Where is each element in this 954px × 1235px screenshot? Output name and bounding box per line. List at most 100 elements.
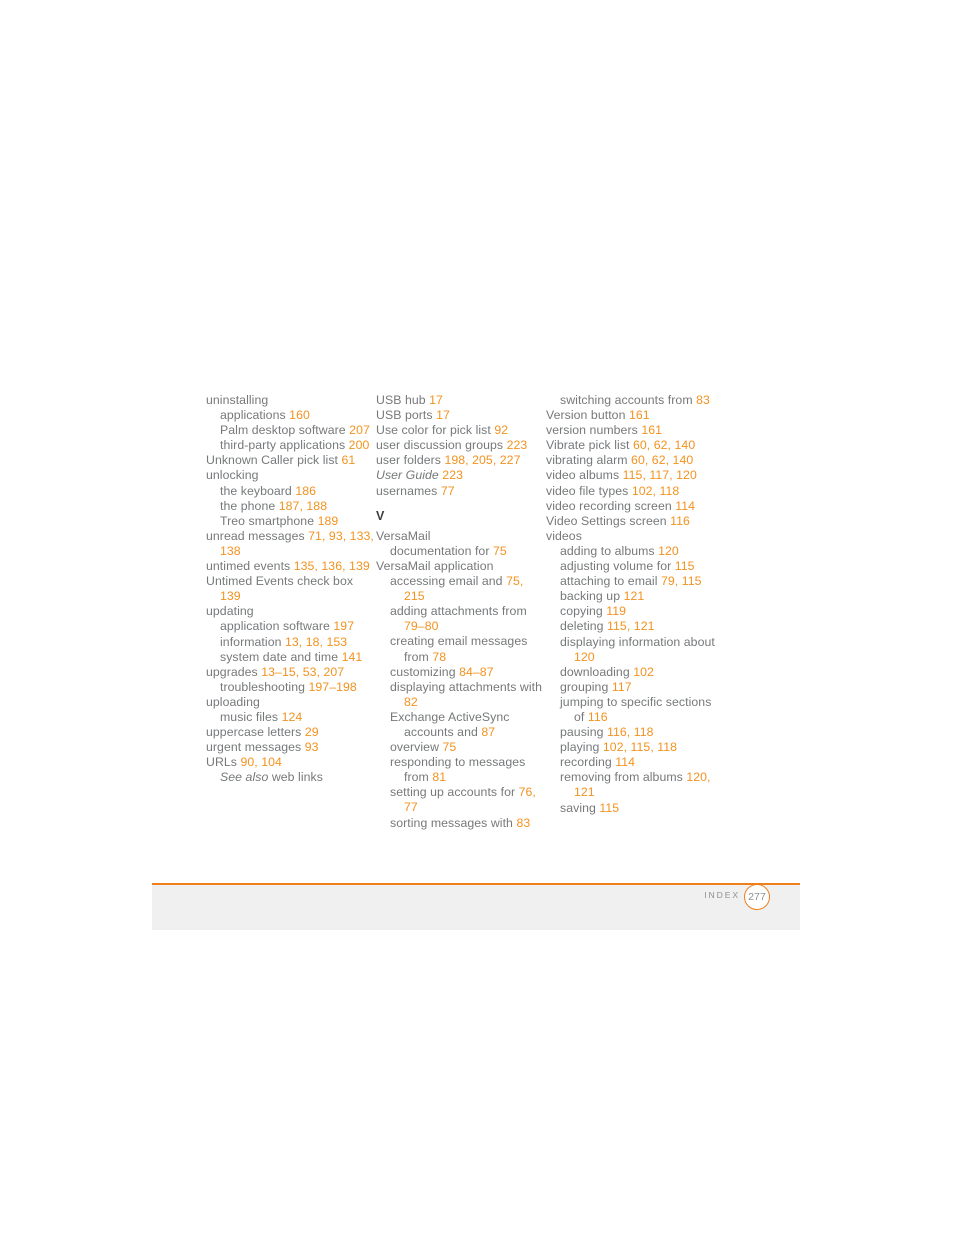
page-reference[interactable]: 115: [599, 801, 619, 815]
page-reference[interactable]: 60, 62, 140: [631, 453, 693, 467]
index-entry: video albums 115, 117, 120: [546, 468, 716, 483]
entry-text: removing from albums: [560, 770, 687, 785]
index-entry: video recording screen 114: [546, 499, 716, 514]
index-entry: See also web links: [220, 770, 376, 785]
index-entry: accessing email and 75, 215: [390, 574, 546, 604]
index-entry: uploading: [206, 695, 376, 710]
page-reference[interactable]: 102, 115, 118: [603, 740, 677, 754]
page-reference[interactable]: 78: [432, 650, 446, 664]
page-reference[interactable]: 116: [670, 514, 690, 528]
page-reference[interactable]: 197: [333, 619, 354, 633]
index-entry: untimed events 135, 136, 139: [206, 559, 376, 574]
page-reference[interactable]: 61: [341, 453, 355, 467]
entry-text: urgent messages: [206, 740, 305, 755]
index-entry: responding to messages from 81: [390, 755, 546, 785]
entry-text: video recording screen: [546, 498, 676, 513]
entry-text: applications: [220, 408, 290, 423]
page-reference[interactable]: 207: [349, 423, 370, 437]
page-reference[interactable]: 17: [429, 393, 443, 407]
index-entry: system date and time 141: [220, 650, 376, 665]
page-reference[interactable]: 120: [658, 544, 679, 558]
index-entry: unlocking: [206, 468, 376, 483]
page-reference[interactable]: 189: [318, 514, 339, 528]
page-reference[interactable]: 60, 62, 140: [633, 438, 695, 452]
entry-text: adding attachments from: [390, 604, 527, 619]
page-reference[interactable]: 79–80: [404, 619, 439, 633]
index-entry: documentation for 75: [390, 544, 546, 559]
page-reference[interactable]: 161: [629, 408, 650, 422]
index-entry: displaying information about 120: [560, 635, 716, 665]
page-reference[interactable]: 83: [696, 393, 710, 407]
index-entry: music files 124: [220, 710, 376, 725]
page-reference[interactable]: 114: [615, 755, 635, 769]
index-entry: Palm desktop software 207: [220, 423, 376, 438]
index-entry: applications 160: [220, 408, 376, 423]
entry-text: updating: [206, 604, 254, 619]
entry-text: Vibrate pick list: [546, 438, 633, 453]
entry-text: application software: [220, 619, 334, 634]
index-entry: setting up accounts for 76, 77: [390, 785, 546, 815]
index-page: uninstalling applications 160 Palm desktop…: [0, 0, 954, 1235]
page-reference[interactable]: 102, 118: [632, 484, 679, 498]
page-reference[interactable]: 187, 188: [279, 499, 327, 513]
page-reference[interactable]: 90, 104: [240, 755, 281, 769]
entry-text: music files: [220, 709, 282, 724]
entry-text: information: [220, 634, 285, 649]
index-entry: Unknown Caller pick list 61: [206, 453, 376, 468]
page-reference[interactable]: 17: [436, 408, 450, 422]
page-reference[interactable]: 92: [494, 423, 508, 437]
index-entry: adding to albums 120: [560, 544, 716, 559]
page-reference[interactable]: 135, 136, 139: [294, 559, 370, 573]
index-entry: Video Settings screen 116: [546, 514, 716, 529]
page-reference[interactable]: 116, 118: [607, 725, 654, 739]
page-reference[interactable]: 82: [404, 695, 418, 709]
entry-text: backing up: [560, 589, 624, 604]
page-reference[interactable]: 200: [349, 438, 370, 452]
page-reference[interactable]: 115: [675, 559, 695, 573]
entry-text: Video Settings screen: [546, 513, 671, 528]
page-reference[interactable]: 223: [507, 438, 528, 452]
entry-text: USB hub: [376, 393, 430, 407]
page-reference[interactable]: 13, 18, 153: [285, 635, 347, 649]
page-reference[interactable]: 102: [633, 665, 654, 679]
entry-text: the keyboard: [220, 483, 296, 498]
entry-text-italic: User Guide: [376, 468, 439, 483]
page-reference[interactable]: 75: [493, 544, 507, 558]
page-reference[interactable]: 87: [481, 725, 495, 739]
page-reference[interactable]: 75: [443, 740, 457, 754]
page-reference[interactable]: 139: [220, 589, 241, 603]
index-entry: adjusting volume for 115: [560, 559, 716, 574]
page-reference[interactable]: 197–198: [309, 680, 357, 694]
page-reference[interactable]: 79, 115: [661, 574, 702, 588]
index-entry: Use color for pick list 92: [376, 423, 546, 438]
page-reference[interactable]: 198, 205, 227: [444, 453, 520, 467]
page-reference[interactable]: 13–15, 53, 207: [261, 665, 344, 679]
page-reference[interactable]: 114: [675, 499, 695, 513]
page-reference[interactable]: 141: [342, 650, 363, 664]
page-reference[interactable]: 161: [641, 423, 662, 437]
page-reference[interactable]: 83: [516, 816, 530, 830]
page-reference[interactable]: 223: [442, 468, 463, 482]
page-reference[interactable]: 186: [295, 484, 316, 498]
page-reference[interactable]: 119: [606, 604, 626, 618]
page-reference[interactable]: 121: [624, 589, 645, 603]
page-reference[interactable]: 117: [612, 680, 632, 694]
page-reference[interactable]: 115, 121: [607, 619, 654, 633]
page-reference[interactable]: 84–87: [459, 665, 494, 679]
page-reference[interactable]: 160: [289, 408, 310, 422]
entry-text: overview: [390, 740, 443, 755]
page-reference[interactable]: 116: [588, 710, 608, 724]
page-reference[interactable]: 120: [574, 650, 595, 664]
index-entry: customizing 84–87: [390, 665, 546, 680]
index-entry: Exchange ActiveSync accounts and 87: [390, 710, 546, 740]
page-reference[interactable]: 124: [282, 710, 303, 724]
entry-text: troubleshooting: [220, 679, 309, 694]
page-reference[interactable]: 93: [305, 740, 319, 754]
entry-text: URLs: [206, 755, 241, 770]
index-entry: VersaMail application: [376, 559, 546, 574]
page-reference[interactable]: 81: [432, 770, 446, 784]
entry-text: grouping: [560, 679, 612, 694]
page-reference[interactable]: 115, 117, 120: [623, 468, 697, 482]
page-reference[interactable]: 29: [305, 725, 319, 739]
page-reference[interactable]: 77: [441, 484, 455, 498]
